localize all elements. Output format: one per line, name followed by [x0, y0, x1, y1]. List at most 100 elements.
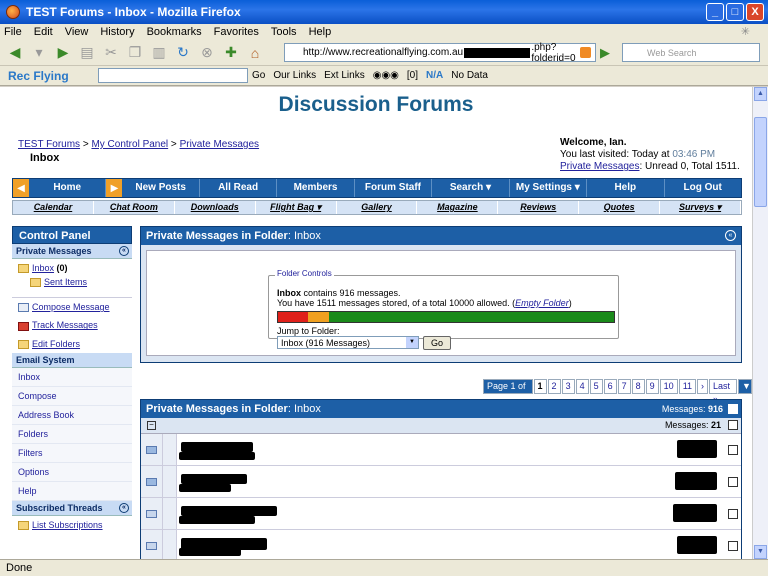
toolbar-brand[interactable]: Rec Flying: [8, 69, 86, 83]
vertical-scrollbar[interactable]: ▲ ▼: [752, 87, 768, 559]
collapse-icon[interactable]: «: [119, 502, 129, 513]
menu-bookmarks[interactable]: Bookmarks: [147, 26, 202, 38]
new-tab-icon[interactable]: ✚: [220, 43, 242, 63]
stop-icon[interactable]: ⊗: [196, 43, 218, 63]
subnav-calendar[interactable]: Calendar: [13, 201, 94, 214]
menu-edit[interactable]: Edit: [34, 26, 53, 38]
scroll-down-icon[interactable]: ▼: [754, 545, 767, 559]
menu-help[interactable]: Help: [309, 26, 332, 38]
copy-icon[interactable]: ❐: [124, 43, 146, 63]
cut-icon[interactable]: ✂: [100, 43, 122, 63]
ext-links-menu[interactable]: Ext Links: [324, 70, 365, 81]
web-search-input[interactable]: Web Search: [622, 43, 760, 62]
message-checkbox[interactable]: [728, 541, 738, 551]
email-help[interactable]: Help: [12, 481, 132, 501]
forward-icon[interactable]: ▶: [52, 43, 74, 63]
message-row[interactable]: [141, 434, 741, 466]
subnav-surveys[interactable]: Surveys ▾: [660, 201, 742, 214]
go-arrow-icon[interactable]: ▶: [600, 45, 610, 61]
page-5[interactable]: 5: [589, 379, 603, 394]
back-dropdown-icon[interactable]: ▾: [28, 43, 50, 63]
page-1[interactable]: 1: [533, 379, 547, 394]
minimize-button[interactable]: _: [706, 3, 724, 21]
close-button[interactable]: X: [746, 3, 764, 21]
chevron-down-icon[interactable]: ▼: [406, 337, 418, 348]
go-button[interactable]: Go: [252, 70, 265, 81]
subnav-reviews[interactable]: Reviews: [498, 201, 580, 214]
collapse-group-icon[interactable]: −: [147, 421, 156, 430]
message-checkbox[interactable]: [728, 477, 738, 487]
sidebar-track[interactable]: Track Messages: [12, 316, 132, 335]
email-inbox[interactable]: Inbox: [12, 367, 132, 387]
back-icon[interactable]: ◀: [4, 43, 26, 63]
sidebar-compose[interactable]: Compose Message: [12, 297, 132, 317]
page-7[interactable]: 7: [617, 379, 631, 394]
page-3[interactable]: 3: [561, 379, 575, 394]
menu-file[interactable]: File: [4, 26, 22, 38]
email-options[interactable]: Options: [12, 462, 132, 482]
page-9[interactable]: 9: [645, 379, 659, 394]
nav-members[interactable]: Members: [277, 179, 355, 197]
menu-favorites[interactable]: Favorites: [214, 26, 259, 38]
page-2[interactable]: 2: [547, 379, 561, 394]
select-all-checkbox[interactable]: [728, 404, 738, 414]
pm-link[interactable]: Private Messages: [560, 161, 639, 172]
paste-icon[interactable]: ▥: [148, 43, 170, 63]
pm-section-header[interactable]: Private Messages «: [12, 244, 132, 259]
menu-view[interactable]: View: [65, 26, 89, 38]
our-links-menu[interactable]: Our Links: [273, 70, 316, 81]
address-bar[interactable]: http://www.recreationalflying.com.au .php…: [284, 42, 596, 64]
page-8[interactable]: 8: [631, 379, 645, 394]
subnav-magazine[interactable]: Magazine: [417, 201, 499, 214]
nav-all-read[interactable]: All Read: [200, 179, 278, 197]
rss-icon[interactable]: [580, 47, 591, 58]
subnav-quotes[interactable]: Quotes: [579, 201, 661, 214]
menu-tools[interactable]: Tools: [271, 26, 297, 38]
subnav-downloads[interactable]: Downloads: [175, 201, 256, 214]
message-checkbox[interactable]: [728, 509, 738, 519]
breadcrumb-private-messages[interactable]: Private Messages: [180, 139, 259, 150]
maximize-button[interactable]: □: [726, 3, 744, 21]
subs-section-header[interactable]: Subscribed Threads «: [12, 500, 132, 516]
empty-folder-link[interactable]: Empty Folder: [515, 298, 569, 308]
sidebar-edit-folders[interactable]: Edit Folders: [12, 334, 132, 353]
page-last[interactable]: Last »: [709, 379, 737, 404]
print-icon[interactable]: ▤: [76, 43, 98, 63]
sidebar-sent-items[interactable]: Sent Items: [12, 277, 132, 292]
media-controls-icon[interactable]: ◉◉◉: [373, 70, 399, 81]
select-group-checkbox[interactable]: [728, 420, 738, 430]
collapse-icon[interactable]: «: [119, 246, 129, 256]
collapse-icon[interactable]: «: [725, 230, 736, 241]
scroll-up-icon[interactable]: ▲: [754, 87, 767, 101]
page-4[interactable]: 4: [575, 379, 589, 394]
scroll-thumb[interactable]: [754, 117, 767, 207]
email-filters[interactable]: Filters: [12, 443, 132, 463]
page-11[interactable]: 11: [678, 379, 697, 394]
nav-help[interactable]: Help: [587, 179, 665, 197]
page-10[interactable]: 10: [659, 379, 678, 394]
page-6[interactable]: 6: [603, 379, 617, 394]
sidebar-inbox[interactable]: Inbox (0): [12, 259, 132, 278]
message-row[interactable]: [141, 466, 741, 498]
subnav-flight-bag[interactable]: Flight Bag ▾: [256, 201, 337, 214]
email-compose[interactable]: Compose: [12, 386, 132, 406]
nav-search[interactable]: Search ▾: [432, 179, 510, 197]
message-row[interactable]: [141, 498, 741, 530]
menu-history[interactable]: History: [100, 26, 134, 38]
message-row[interactable]: [141, 530, 741, 559]
nav-new-posts[interactable]: New Posts: [122, 179, 200, 197]
nav-log-out[interactable]: Log Out: [665, 179, 741, 197]
reload-icon[interactable]: ↻: [172, 43, 194, 63]
subnav-chat-room[interactable]: Chat Room: [94, 201, 175, 214]
email-folders[interactable]: Folders: [12, 424, 132, 444]
toolbar-search-input[interactable]: [98, 68, 248, 83]
breadcrumb-forums[interactable]: TEST Forums: [18, 139, 80, 150]
mail-count[interactable]: [0]: [407, 70, 418, 81]
nav-my-settings[interactable]: My Settings ▾: [510, 179, 588, 197]
breadcrumb-control-panel[interactable]: My Control Panel: [91, 139, 168, 150]
email-address-book[interactable]: Address Book: [12, 405, 132, 425]
subnav-gallery[interactable]: Gallery: [337, 201, 418, 214]
nav-home[interactable]: Home: [29, 179, 107, 197]
nav-forum-staff[interactable]: Forum Staff: [355, 179, 433, 197]
pager-dropdown-icon[interactable]: ▼: [738, 379, 752, 394]
